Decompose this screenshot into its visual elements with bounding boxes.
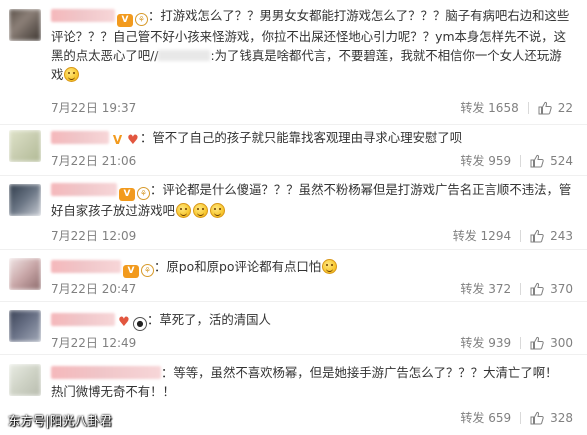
repost-count: 1294	[480, 228, 512, 243]
smiley-emoji-icon	[64, 67, 80, 82]
vip-badge-icon	[117, 14, 133, 27]
avatar[interactable]	[9, 9, 41, 41]
comment-date: 7月22日 21:06	[51, 154, 137, 168]
divider	[520, 282, 522, 295]
comment-text: 等等，虽然不喜欢杨幂，但是她接手游广告怎么了？？？大清亡了啊！	[173, 365, 558, 380]
panda-badge-icon: ●	[133, 317, 147, 331]
comment-item: ♥ ● ：草死了，活的清国人 7月22日 12:49 转发 939 300	[0, 302, 587, 355]
like-button[interactable]: 328	[530, 411, 573, 425]
comment-item: ⚘：评论都是什么傻逼？？？虽然不粉杨幂但是打游戏广告名正言顺不违法，管好自家孩子…	[0, 176, 587, 250]
repost-label: 转发	[460, 154, 485, 168]
like-count: 243	[550, 228, 573, 243]
repost-label: 转发	[460, 336, 485, 350]
comment-date: 7月22日 12:49	[51, 336, 137, 350]
comment-item: V ♥：管不了自己的孩子就只能靠找客观理由寻求心理安慰了呗 7月22日 21:06…	[0, 125, 587, 176]
repost-count: 1658	[488, 100, 519, 115]
heart-badge-icon: ♥	[127, 133, 139, 148]
comment-text: 原po和原po评论都有点口怕	[166, 259, 322, 274]
repost-label: 转发	[460, 411, 485, 425]
username[interactable]	[51, 366, 161, 379]
repost-label: 转发	[460, 282, 485, 296]
member-badge-icon: ⚘	[137, 187, 150, 200]
comment-item: ⚘：打游戏怎么了？？男男女女都能打游戏怎么了？？？脑子有病吧右边和这些评论？？？…	[0, 0, 587, 125]
thumbs-up-icon	[530, 411, 544, 425]
repost-button[interactable]: 转发 939	[460, 334, 511, 351]
like-count: 300	[550, 335, 573, 350]
avatar[interactable]	[9, 364, 41, 396]
vip-badge-icon	[119, 188, 135, 201]
vip-badge-icon	[123, 265, 139, 278]
avatar[interactable]	[9, 184, 41, 216]
comment-text: 管不了自己的孩子就只能靠找客观理由寻求心理安慰了呗	[152, 130, 463, 145]
comment-content: ：等等，虽然不喜欢杨幂，但是她接手游广告怎么了？？？大清亡了啊！ 热门微博无奇不…	[51, 365, 558, 399]
repost-count: 959	[488, 153, 512, 168]
repost-label: 转发	[460, 101, 485, 115]
username[interactable]	[51, 260, 121, 273]
comment-date: 7月22日 20:47	[51, 282, 137, 296]
repost-button[interactable]: 转发 1658	[460, 99, 518, 116]
comment-item: ⚘：原po和原po评论都有点口怕 7月22日 20:47 转发 372 370	[0, 250, 587, 302]
divider	[527, 101, 529, 114]
divider	[520, 336, 522, 349]
repost-button[interactable]: 转发 372	[460, 280, 511, 297]
repost-count: 659	[488, 410, 512, 425]
comment-meta: 7月22日 21:06 转发 959 524	[51, 152, 573, 169]
smiley-emoji-icon	[322, 259, 338, 274]
thumbs-up-icon	[530, 154, 544, 168]
repost-button[interactable]: 转发 659	[460, 409, 511, 426]
smiley-emoji-icon	[209, 203, 225, 218]
comment-date: 7月22日 12:09	[51, 229, 137, 243]
smiley-emoji-icon	[192, 203, 208, 218]
comment-date: 7月22日 19:37	[51, 101, 137, 115]
like-button[interactable]: 524	[530, 154, 573, 168]
comment-meta: 7月22日 12:09 转发 1294 243	[51, 227, 573, 244]
comment-content: ♥ ● ：草死了，活的清国人	[51, 310, 573, 331]
comment-list: ⚘：打游戏怎么了？？男男女女都能打游戏怎么了？？？脑子有病吧右边和这些评论？？？…	[0, 0, 587, 435]
like-button[interactable]: 22	[538, 101, 573, 115]
username[interactable]	[51, 131, 109, 144]
comment-text: 草死了，活的清国人	[159, 312, 271, 327]
thumbs-up-icon	[530, 282, 544, 296]
member-badge-icon: ⚘	[135, 13, 148, 26]
username[interactable]	[51, 9, 115, 22]
verified-v-icon: V	[112, 133, 123, 147]
avatar[interactable]	[9, 310, 41, 342]
avatar[interactable]	[9, 130, 41, 162]
like-button[interactable]: 300	[530, 336, 573, 350]
mentioned-user[interactable]	[158, 50, 211, 61]
smiley-emoji-icon	[175, 203, 191, 218]
like-count: 328	[550, 410, 573, 425]
comment-meta: 7月22日 19:37 转发 1658 22	[51, 99, 573, 116]
comment-content: ⚘：原po和原po评论都有点口怕	[51, 257, 573, 278]
username[interactable]	[51, 183, 117, 196]
comment-text-continued: 热门微博无奇不有！！	[51, 384, 175, 399]
divider	[520, 154, 522, 167]
repost-count: 939	[488, 335, 512, 350]
like-button[interactable]: 370	[530, 282, 573, 296]
thumbs-up-icon	[530, 336, 544, 350]
heart-badge-icon: ♥	[118, 315, 130, 330]
like-count: 370	[550, 281, 573, 296]
username[interactable]	[51, 313, 115, 326]
like-button[interactable]: 243	[530, 229, 573, 243]
comment-meta: 7月22日 12:49 转发 939 300	[51, 334, 573, 351]
repost-label: 转发	[452, 229, 477, 243]
divider	[520, 411, 522, 424]
watermark: 东方号|阳光八卦君	[8, 414, 113, 428]
like-count: 524	[550, 153, 573, 168]
thumbs-up-icon	[530, 229, 544, 243]
comment-content: ⚘：打游戏怎么了？？男男女女都能打游戏怎么了？？？脑子有病吧右边和这些评论？？？…	[51, 6, 573, 84]
member-badge-icon: ⚘	[141, 264, 154, 277]
like-count: 22	[557, 100, 573, 115]
comment-meta: 7月22日 20:47 转发 372 370	[51, 280, 573, 297]
avatar[interactable]	[9, 258, 41, 290]
repost-button[interactable]: 转发 1294	[453, 227, 511, 244]
repost-button[interactable]: 转发 959	[460, 152, 511, 169]
comment-content: ⚘：评论都是什么傻逼？？？虽然不粉杨幂但是打游戏广告名正言顺不违法，管好自家孩子…	[51, 180, 573, 220]
divider	[520, 229, 522, 242]
thumbs-up-icon	[538, 101, 552, 115]
repost-count: 372	[488, 281, 512, 296]
comment-content: V ♥：管不了自己的孩子就只能靠找客观理由寻求心理安慰了呗	[51, 128, 573, 147]
comment-meta: 转发 659 328	[51, 409, 573, 426]
